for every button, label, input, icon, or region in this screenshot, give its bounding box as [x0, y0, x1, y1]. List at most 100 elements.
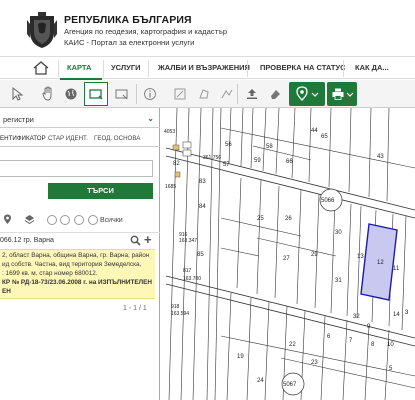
- map-label: 7: [349, 338, 353, 344]
- building-marker: [182, 149, 192, 157]
- site-header: РЕПУБЛИКА БЪЛГАРИЯ Агенция по геодезия, …: [0, 0, 415, 55]
- map-toolbar: [0, 80, 415, 108]
- tab-identifier[interactable]: ЕНТИФИКАТОР: [0, 135, 46, 142]
- map-label: 59: [254, 158, 261, 164]
- map-label: 10: [387, 342, 394, 348]
- pagination-info: 1 - 1 / 1: [123, 305, 147, 312]
- map-label: 12: [377, 260, 384, 266]
- draw-tool-button[interactable]: [215, 82, 239, 106]
- map-label: 30: [335, 230, 342, 236]
- option-radio-2[interactable]: [60, 215, 70, 225]
- map-label: 25: [257, 216, 264, 222]
- map-label: 65: [321, 134, 328, 140]
- result-identifier[interactable]: 066.12 гр. Варна: [0, 237, 54, 244]
- search-panel: регистри ⌄ ЕНТИФИКАТОР СТАР ИДЕНТ. ГЕОД.…: [0, 108, 160, 400]
- result-line: 2, област Варна, община Варна, гр. Варна…: [2, 252, 150, 259]
- map-label: 3: [405, 310, 409, 316]
- map-label: 58: [266, 144, 273, 150]
- map-label: 11: [393, 266, 400, 272]
- map-label: 57: [223, 162, 230, 168]
- nav-map[interactable]: КАРТА: [67, 63, 91, 72]
- pan-tool-button[interactable]: [36, 82, 60, 106]
- nav-services[interactable]: УСЛУГИ: [111, 63, 140, 72]
- map-label: 84: [199, 204, 206, 210]
- coat-of-arms-icon: [27, 12, 57, 48]
- map-label: 24: [257, 378, 264, 384]
- upload-button[interactable]: [240, 82, 264, 106]
- globe-tool-button[interactable]: [59, 82, 83, 106]
- map-label: 817: [183, 268, 192, 274]
- info-icon: [144, 88, 156, 100]
- map-label: 32: [353, 314, 360, 320]
- map-label: 19: [237, 354, 244, 360]
- cadastral-map[interactable]: 4053 361.756 82 1685 83 916 163.347 84 8…: [161, 108, 415, 400]
- portal-name: КАИС - Портал за електронни услуги: [64, 38, 195, 47]
- info-tool-button[interactable]: [138, 82, 162, 106]
- nav-how-to[interactable]: КАК ДА...: [355, 63, 389, 72]
- option-radio-3[interactable]: [74, 215, 84, 225]
- zoom-out-rectangle-icon: [115, 89, 128, 100]
- home-icon[interactable]: [30, 60, 52, 76]
- map-label: 163.700: [183, 276, 201, 282]
- clear-button[interactable]: [263, 82, 287, 106]
- map-label: 83: [199, 179, 206, 185]
- map-label: 85: [197, 252, 204, 258]
- location-icon[interactable]: [3, 214, 12, 225]
- result-line: ид собств. Частна, вид територия Земедел…: [2, 261, 142, 268]
- hand-icon: [42, 86, 52, 101]
- map-label: 918: [171, 304, 180, 310]
- map-label: 13: [357, 254, 364, 260]
- identifier-input[interactable]: [0, 160, 153, 177]
- building-marker: [172, 144, 180, 151]
- register-selector[interactable]: регистри ⌄: [0, 110, 160, 128]
- map-label: 23: [311, 360, 318, 366]
- nav-status-check[interactable]: ПРОВЕРКА НА СТАТУС: [260, 63, 346, 72]
- chevron-down-icon: [346, 92, 353, 97]
- map-canvas[interactable]: 4053 361.756 82 1685 83 916 163.347 84 8…: [161, 108, 415, 400]
- pointer-icon: [12, 87, 24, 101]
- map-pin-icon: [296, 86, 308, 101]
- map-label: 43: [377, 154, 384, 160]
- layers-dropdown-button[interactable]: [289, 82, 325, 106]
- add-result-icon[interactable]: +: [144, 233, 152, 247]
- map-label: 163.347: [179, 238, 197, 244]
- select-tool-button[interactable]: [5, 82, 29, 106]
- map-label: 26: [285, 216, 292, 222]
- tabs-divider: [0, 146, 160, 147]
- shape-icon: [221, 89, 233, 99]
- map-label: 31: [335, 278, 342, 284]
- zoom-out-window-button[interactable]: [110, 82, 134, 106]
- result-header: 066.12 гр. Варна +: [0, 232, 160, 248]
- map-label: 14: [393, 312, 400, 318]
- tab-geodetic-base[interactable]: ГЕОД. ОСНОВА: [94, 135, 140, 142]
- map-label: 163.594: [171, 311, 189, 317]
- option-all-label: Всички: [100, 217, 123, 224]
- option-radio-all[interactable]: [88, 215, 98, 225]
- register-selector-label: регистри: [3, 115, 34, 124]
- option-radio-1[interactable]: [47, 215, 57, 225]
- polygon-icon: [199, 89, 209, 99]
- measure-distance-button[interactable]: [168, 82, 192, 106]
- nav-complaints[interactable]: ЖАЛБИ И ВЪЗРАЖЕНИЯ: [158, 63, 250, 72]
- ruler-icon: [174, 88, 186, 100]
- eraser-icon: [271, 90, 280, 99]
- search-button[interactable]: ТЪРСИ: [48, 183, 153, 199]
- layers-icon[interactable]: [24, 214, 35, 225]
- chevron-down-icon: [311, 92, 319, 97]
- upload-icon: [247, 89, 257, 99]
- result-line: КР № РД-18-73/23.06.2008 г. на ИЗПЪЛНИТЕ…: [2, 279, 152, 286]
- map-label: 8: [371, 342, 375, 348]
- measure-area-button[interactable]: [192, 82, 216, 106]
- zoom-window-button[interactable]: [84, 82, 108, 106]
- map-label: 6: [327, 334, 331, 340]
- search-options: Всички: [0, 212, 160, 228]
- zone-label: 5067: [283, 382, 297, 388]
- result-line: ЕН: [2, 288, 11, 295]
- map-label: 66: [286, 159, 293, 165]
- print-dropdown-button[interactable]: [327, 82, 357, 106]
- zoom-rectangle-icon: [89, 89, 103, 100]
- chevron-down-icon: ⌄: [147, 114, 154, 123]
- building-marker: [182, 141, 192, 149]
- zoom-to-result-icon[interactable]: [130, 235, 141, 246]
- tab-old-identifier[interactable]: СТАР ИДЕНТ.: [48, 135, 88, 142]
